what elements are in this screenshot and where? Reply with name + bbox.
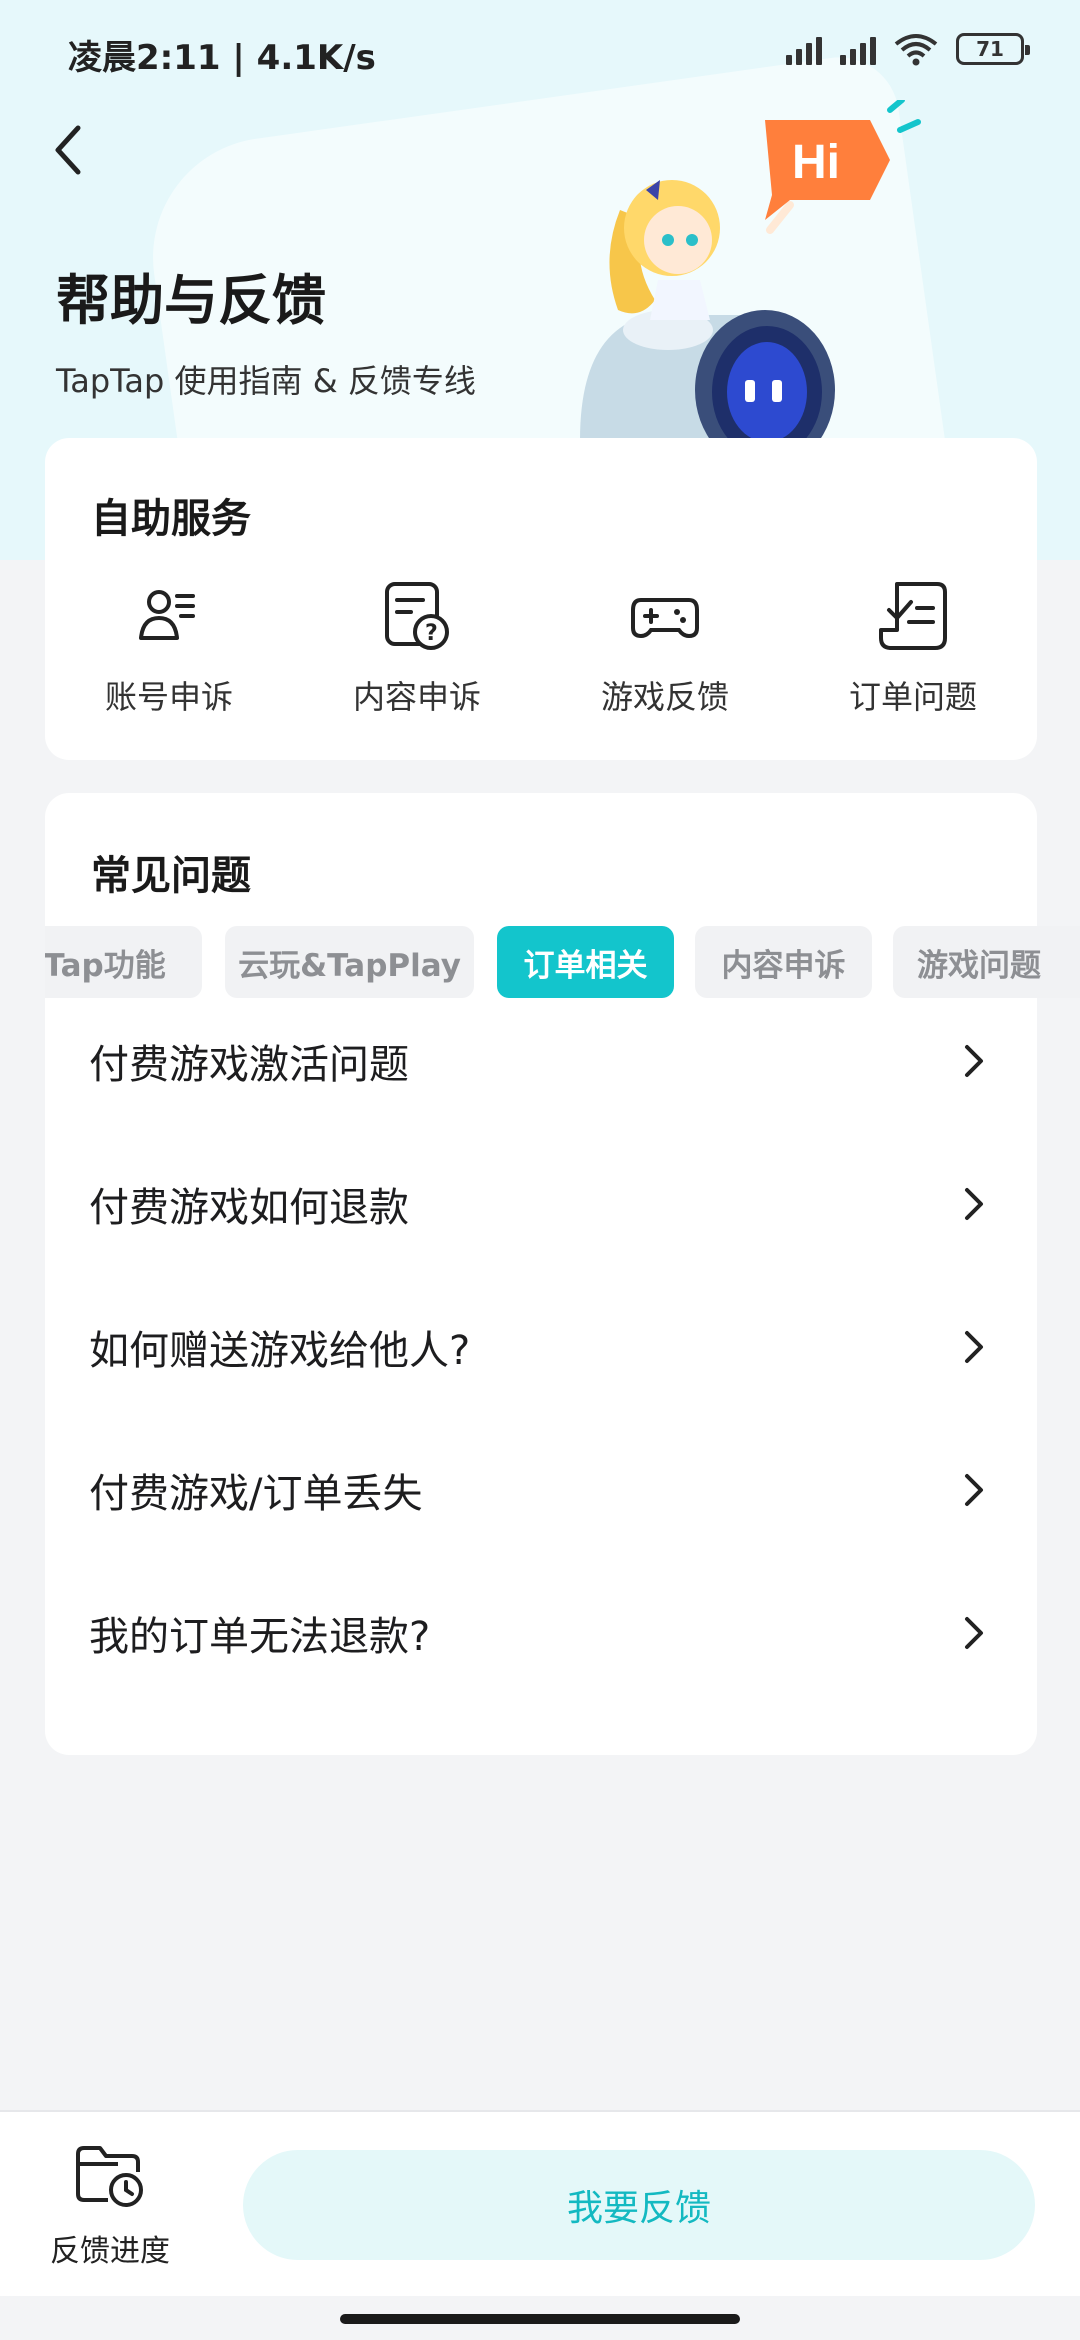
faq-item[interactable]: 付费游戏/订单丢失 xyxy=(45,1418,1037,1561)
faq-item[interactable]: 我的订单无法退款? xyxy=(45,1561,1037,1704)
tab-order-related[interactable]: 订单相关 xyxy=(497,926,674,998)
mascot-illustration: Hi xyxy=(580,100,921,440)
faq-item-label: 我的订单无法退款? xyxy=(89,1613,431,1660)
feedback-progress-button[interactable]: 反馈进度 xyxy=(40,2142,180,2270)
user-list-icon xyxy=(139,590,195,640)
faq-title: 常见问题 xyxy=(91,853,251,899)
chevron-right-icon xyxy=(965,1044,983,1077)
tab-game-issues[interactable]: 游戏问题 xyxy=(893,926,1080,998)
status-bar: 凌晨2:11 | 4.1K/s 71 xyxy=(0,0,1080,100)
chevron-left-icon xyxy=(55,125,81,175)
wifi-icon xyxy=(894,34,938,66)
page-title: 帮助与反馈 xyxy=(56,269,326,332)
page-subtitle: TapTap 使用指南 & 反馈专线 xyxy=(56,362,476,400)
service-label: 订单问题 xyxy=(848,678,977,716)
faq-item[interactable]: 如何赠送游戏给他人? xyxy=(45,1275,1037,1418)
chevron-right-icon xyxy=(965,1330,983,1363)
bottom-action-bar: 反馈进度 我要反馈 xyxy=(0,2110,1080,2296)
order-check-icon xyxy=(879,582,947,650)
faq-list: 付费游戏激活问题 付费游戏如何退款 如何赠送游戏给他人? 付费游戏/订单丢失 我… xyxy=(45,989,1037,1704)
service-content-appeal[interactable]: ? 内容申诉 xyxy=(293,578,541,718)
service-account-appeal[interactable]: 账号申诉 xyxy=(45,578,293,718)
signal-icon xyxy=(786,33,822,65)
faq-item-label: 付费游戏如何退款 xyxy=(89,1184,409,1231)
faq-category-tabs[interactable]: pTap功能 云玩&TapPlay 订单相关 内容申诉 游戏问题 xyxy=(45,926,1080,998)
faq-item[interactable]: 付费游戏激活问题 xyxy=(45,989,1037,1132)
service-label: 内容申诉 xyxy=(352,678,481,716)
chevron-right-icon xyxy=(965,1616,983,1649)
status-time: 凌晨2:11 | 4.1K/s xyxy=(68,38,376,78)
feedback-progress-label: 反馈进度 xyxy=(50,2234,170,2269)
tab-taptap-features[interactable]: pTap功能 xyxy=(45,926,202,998)
document-question-icon: ? xyxy=(385,582,449,650)
tab-content-appeal[interactable]: 内容申诉 xyxy=(695,926,872,998)
hi-speech-bubble: Hi xyxy=(765,120,890,220)
self-service-title: 自助服务 xyxy=(91,496,251,542)
faq-item-label: 付费游戏激活问题 xyxy=(89,1041,409,1088)
service-order-issue[interactable]: 订单问题 xyxy=(789,578,1037,718)
folder-clock-icon xyxy=(76,2146,143,2207)
gamepad-icon xyxy=(631,598,699,639)
tab-cloud-play[interactable]: 云玩&TapPlay xyxy=(225,926,474,998)
svg-text:?: ? xyxy=(425,621,438,646)
faq-item[interactable]: 付费游戏如何退款 xyxy=(45,1132,1037,1275)
chevron-right-icon xyxy=(965,1187,983,1220)
faq-item-label: 付费游戏/订单丢失 xyxy=(89,1470,423,1517)
submit-feedback-button[interactable]: 我要反馈 xyxy=(243,2150,1035,2260)
self-service-card: 自助服务 账号申诉 ? 内容申诉 游戏反馈 订单问题 xyxy=(45,438,1037,760)
battery-icon: 71 xyxy=(956,33,1030,65)
home-indicator[interactable] xyxy=(340,2314,740,2324)
faq-item-label: 如何赠送游戏给他人? xyxy=(89,1327,471,1374)
service-label: 账号申诉 xyxy=(104,678,233,716)
back-button[interactable] xyxy=(38,120,98,180)
service-game-feedback[interactable]: 游戏反馈 xyxy=(541,578,789,718)
service-label: 游戏反馈 xyxy=(600,678,729,716)
signal-icon-2 xyxy=(840,33,876,65)
chevron-right-icon xyxy=(965,1473,983,1506)
svg-text:Hi: Hi xyxy=(792,136,840,189)
self-service-list: 账号申诉 ? 内容申诉 游戏反馈 订单问题 xyxy=(45,578,1037,718)
status-icons: 71 xyxy=(786,32,1030,66)
